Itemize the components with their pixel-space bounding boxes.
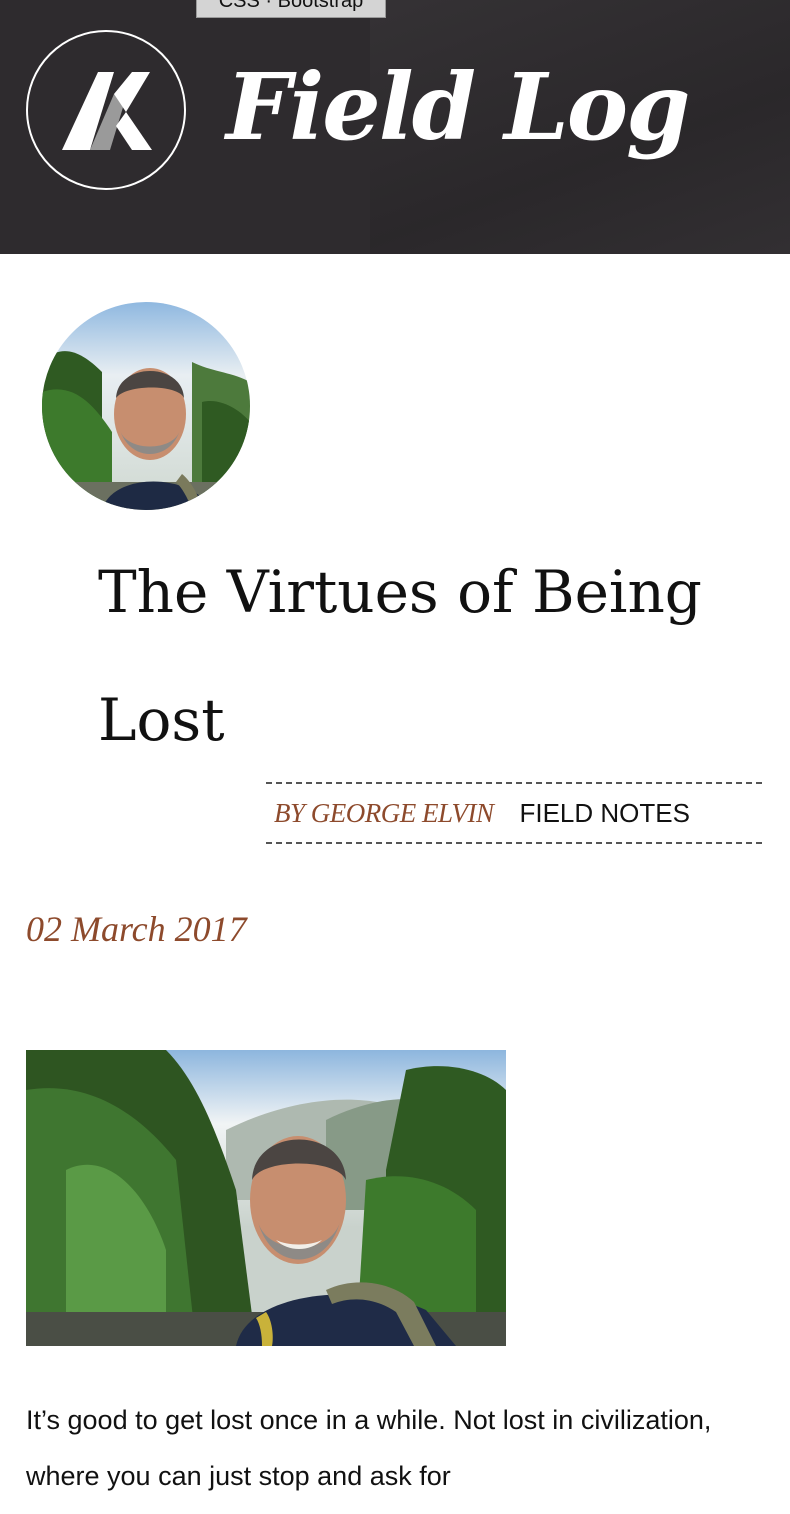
post-photo <box>26 1050 506 1346</box>
post-category[interactable]: FIELD NOTES <box>519 798 689 829</box>
site-header: Field Log <box>0 0 790 254</box>
post-date: 02 March 2017 <box>26 909 247 949</box>
post-body: It’s good to get lost once in a while. N… <box>26 1405 712 1491</box>
field-log-logo-icon <box>62 72 152 150</box>
hiker-selfie-photo <box>26 1050 506 1346</box>
site-logo-link[interactable] <box>26 30 186 190</box>
post-author[interactable]: BY GEORGE ELVIN <box>274 798 494 829</box>
post-meta: BY GEORGE ELVIN FIELD NOTES <box>266 782 762 844</box>
author-avatar[interactable] <box>42 302 250 510</box>
avatar-photo <box>42 302 250 510</box>
post-title: The Virtues of Being Lost <box>98 558 702 754</box>
tooltip: CSS · Bootstrap <box>196 0 386 18</box>
site-title[interactable]: Field Log <box>226 52 690 162</box>
